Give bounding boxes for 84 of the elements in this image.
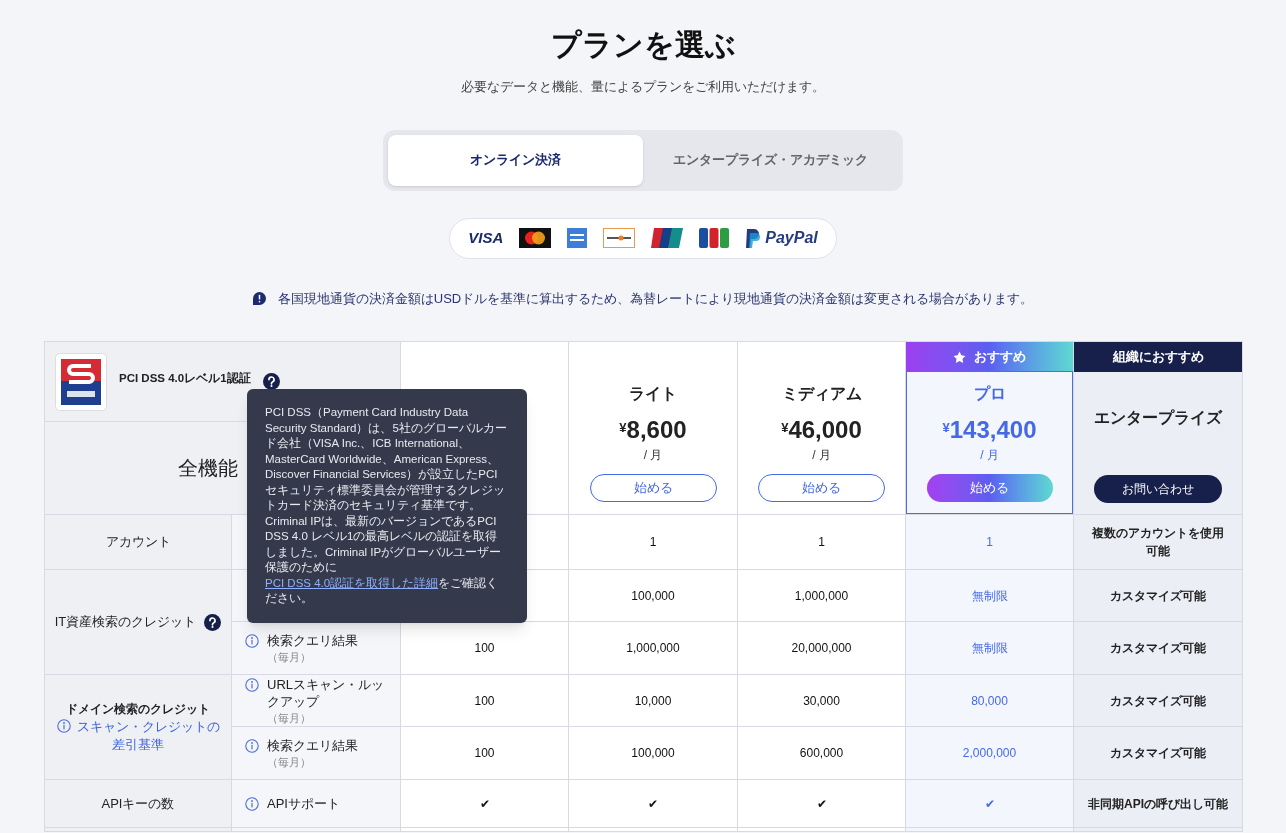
category-label: ドメイン検索のクレジット — [66, 701, 210, 718]
start-button[interactable]: 始める — [926, 474, 1053, 502]
price-period: / 月 — [643, 447, 663, 464]
info-icon — [245, 738, 259, 753]
currency-symbol: ¥ — [781, 419, 789, 435]
table-cell: カスタマイズ可能 — [1110, 746, 1206, 760]
tooltip-text: PCI DSS（Payment Card Industry Data Security Standard）は、5社のグローバルカード会社（VISA Inc.、ICB International、MasterCard Worldwide、American Express、Discover Financial Services）が設立したPCIセキュリティ標準委員会が管理するクレジットカード決済のセキュリティ基準です。Criminal IPは、最新のバージョンであるPCI DSS 4.0 レベル1の最高レベルの認証を取得しました。Criminal IPがグローバルユーザー保護のために PCI DSS 4.0認証を取得した詳細をご確認ください。 — [247, 389, 527, 623]
feature-label: APIサポート — [267, 795, 340, 812]
check-mark: ✔ — [479, 796, 490, 811]
plan-price: 143,400 — [949, 416, 1037, 444]
visa-logo: VISA — [468, 227, 504, 248]
category-label: アカウント — [105, 533, 171, 552]
jcb-logo-icon — [699, 228, 730, 248]
table-cell: カスタマイズ可能 — [1110, 588, 1206, 603]
card-logo-icon — [567, 228, 588, 248]
certification-badge-icon — [55, 352, 107, 411]
start-button[interactable]: 始める — [589, 474, 717, 502]
mastercard-logo-icon — [519, 228, 552, 248]
plan-name: ミディアム — [781, 384, 862, 404]
category-label: IT資産検索のクレジット — [54, 613, 197, 632]
plan-tab[interactable]: エンタープライズ・アカデミック — [643, 134, 898, 186]
price-period: / 月 — [812, 447, 831, 464]
info-icon — [245, 633, 259, 648]
check-mark: ✔ — [816, 796, 827, 811]
feature-label: URLスキャン・ルックアップ — [267, 675, 385, 710]
plan-price: 46,000 — [788, 416, 862, 444]
table-cell: 1 — [649, 535, 657, 549]
table-cell: 1 — [986, 535, 993, 549]
table-cell: 100 — [474, 693, 495, 708]
table-cell: 1 — [818, 535, 825, 549]
info-icon — [245, 677, 259, 692]
feature-label: 検索クエリ結果 — [267, 736, 358, 754]
table-cell: カスタマイズ可能 — [1110, 693, 1206, 708]
monthly-note: （毎月） — [267, 649, 312, 665]
monthly-note: （毎月） — [267, 710, 312, 726]
table-cell: 10,000 — [634, 693, 672, 708]
certification-label: PCI DSS 4.0レベル1認証 — [119, 370, 251, 386]
info-icon — [245, 797, 259, 811]
info-icon — [56, 719, 71, 733]
currency-notice: 各国現地通貨の決済金額はUSDドルを基準に算出するため、為替レートにより現地通貨の決済金額は変更される場合があります。 — [277, 289, 1034, 308]
table-cell: 600,000 — [799, 746, 844, 760]
table-cell: 無制限 — [971, 641, 1008, 655]
table-cell: 100 — [474, 641, 495, 655]
paypal-p-icon — [745, 228, 762, 248]
start-button[interactable]: 始める — [758, 474, 885, 502]
plan-price: 8,600 — [626, 416, 687, 444]
table-cell: カスタマイズ可能 — [1110, 641, 1206, 655]
page-subtitle: 必要なデータと機能、量によるプランをご利用いただけます。 — [461, 78, 825, 96]
help-icon — [262, 373, 280, 390]
contact-button[interactable]: お問い合わせ — [1094, 475, 1222, 503]
check-mark: ✔ — [648, 796, 658, 811]
plan-name: ライト — [629, 384, 677, 404]
table-cell: 1,000,000 — [794, 588, 849, 603]
discover-logo-icon — [603, 228, 636, 248]
check-mark: ✔ — [984, 796, 995, 811]
unionpay-logo-icon — [651, 228, 684, 248]
details-link[interactable]: PCI DSS 4.0認証を取得した詳細 — [265, 576, 439, 589]
price-period: / 月 — [980, 447, 999, 464]
table-cell: 無制限 — [971, 588, 1008, 603]
category-label: APIキーの数 — [101, 794, 175, 813]
plan-name: エンタープライズ — [1094, 408, 1222, 428]
table-cell: 複数のアカウントを使用可能 — [1092, 526, 1224, 558]
table-cell: 80,000 — [971, 693, 1008, 708]
paypal-wordmark: PayPal — [765, 228, 818, 248]
alert-icon — [252, 291, 266, 305]
table-cell: 100 — [474, 746, 495, 760]
table-cell: 100,000 — [631, 588, 675, 603]
badge-label: おすすめ — [974, 348, 1026, 367]
plan-name: プロ — [973, 384, 1006, 404]
criteria-link[interactable]: スキャン・クレジットの差引基準 — [53, 718, 223, 754]
feature-label: 検索クエリ結果 — [267, 631, 358, 649]
table-cell: 30,000 — [803, 693, 840, 708]
page-title: プランを選ぶ — [550, 27, 736, 63]
currency-symbol: ¥ — [942, 419, 950, 435]
table-cell: 20,000,000 — [791, 641, 852, 655]
plan-tab[interactable]: オンライン決済 — [388, 134, 643, 186]
monthly-note: （毎月） — [267, 754, 312, 770]
star-icon — [953, 350, 966, 364]
table-cell: 1,000,000 — [626, 641, 680, 655]
currency-symbol: ¥ — [619, 419, 627, 435]
table-cell: 100,000 — [631, 746, 675, 760]
table-cell: 非同期APIの呼び出し可能 — [1088, 796, 1228, 811]
badge-label: 組織におすすめ — [1112, 348, 1204, 367]
table-cell: 2,000,000 — [962, 746, 1017, 760]
